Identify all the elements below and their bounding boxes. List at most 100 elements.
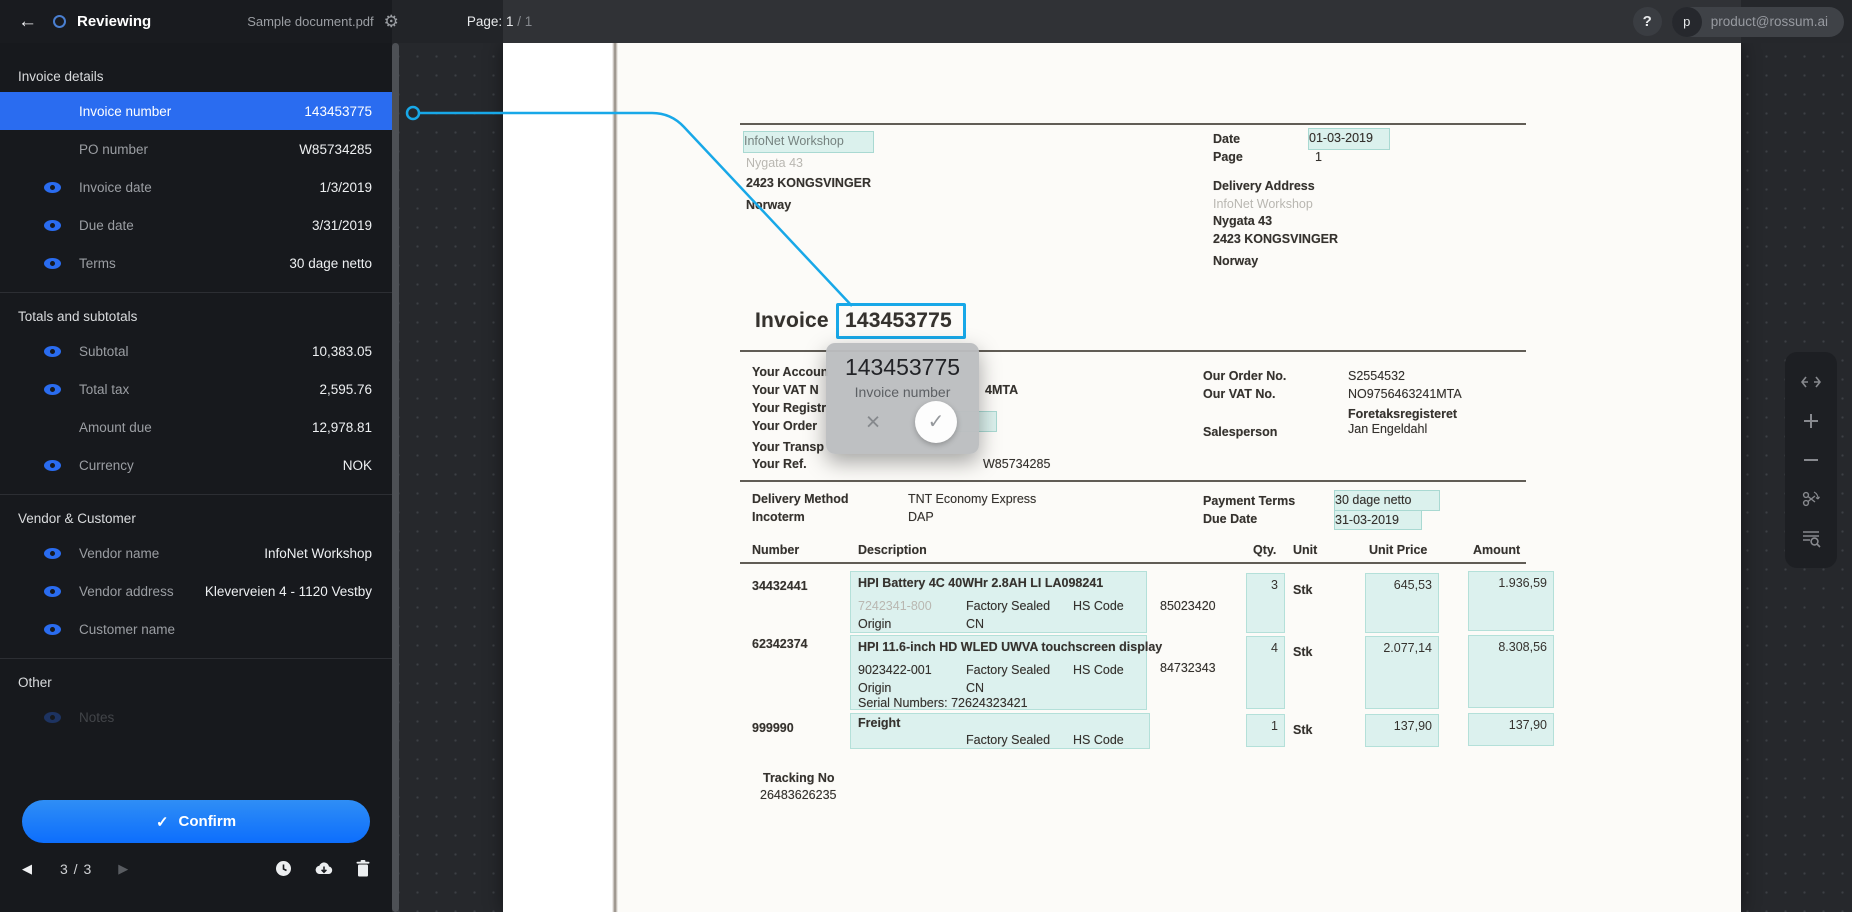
download-cloud-icon[interactable] <box>314 861 334 876</box>
page-title: Reviewing <box>77 13 151 30</box>
field-row-terms[interactable]: Terms30 dage netto <box>0 244 392 282</box>
gear-icon[interactable]: ⚙ <box>384 12 399 32</box>
next-document-icon[interactable]: ▶ <box>118 861 142 877</box>
check-icon: ✓ <box>156 813 169 831</box>
page-indicator-total: 1 <box>525 14 533 29</box>
field-row-vendor-name[interactable]: Vendor nameInfoNet Workshop <box>0 534 392 572</box>
delete-trash-icon[interactable] <box>356 860 370 877</box>
back-arrow-icon[interactable]: ← <box>18 11 37 33</box>
row1-desc: HPI Battery 4C 40WHr 2.8AH LI LA098241 <box>858 576 1103 590</box>
row2-number: 62342374 <box>752 637 808 651</box>
due-date-highlight[interactable]: 31-03-2019 <box>1334 510 1422 530</box>
visibility-eye-icon <box>44 460 61 471</box>
accept-value-button[interactable]: ✓ <box>915 401 957 443</box>
your-vat-value-fragment: 4MTA <box>985 383 1018 397</box>
popup-field-value: 143453775 <box>826 354 979 381</box>
field-label: Due date <box>79 218 134 233</box>
delivery-street-text: Nygata 43 <box>1213 214 1272 228</box>
visibility-eye-icon <box>44 346 61 357</box>
user-menu[interactable]: p product@rossum.ai <box>1672 7 1844 37</box>
field-row-notes[interactable]: Notes <box>0 698 392 736</box>
delivery-method-label: Delivery Method <box>752 492 849 506</box>
row1-amount-highlight[interactable]: 1.936,59 <box>1468 571 1554 631</box>
document-name[interactable]: Sample document.pdf <box>247 14 373 29</box>
row2-qty: 4 <box>1271 641 1278 655</box>
split-scissors-icon[interactable] <box>1800 488 1822 510</box>
field-label: PO number <box>79 142 148 157</box>
vendor-name-highlight[interactable]: InfoNet Workshop <box>743 131 874 153</box>
field-row-currency[interactable]: CurrencyNOK <box>0 446 392 484</box>
field-row-invoice-number[interactable]: Invoice number143453775 <box>0 92 392 130</box>
our-vat-label: Our VAT No. <box>1203 387 1275 401</box>
zoom-in-icon[interactable] <box>1800 410 1822 432</box>
row1-amount: 1.936,59 <box>1498 576 1547 590</box>
row2-price-highlight[interactable]: 2.077,14 <box>1365 636 1439 709</box>
confirm-button[interactable]: ✓ Confirm <box>22 800 370 843</box>
field-label: Currency <box>79 458 134 473</box>
field-label: Invoice number <box>79 104 171 119</box>
pager-count: 3 / 3 <box>60 861 92 877</box>
field-label: Total tax <box>79 382 129 397</box>
tracking-value: 26483626235 <box>760 788 836 802</box>
visibility-eye-icon <box>44 548 61 559</box>
your-vat-label: Your VAT N <box>752 383 819 397</box>
col-amount: Amount <box>1473 543 1520 557</box>
row2-qty-highlight[interactable]: 4 <box>1246 636 1285 709</box>
row2-amount-highlight[interactable]: 8.308,56 <box>1468 635 1554 708</box>
field-row-po-number[interactable]: PO numberW85734285 <box>0 130 392 168</box>
row2-unit-price: 2.077,14 <box>1383 641 1432 655</box>
previous-document-icon[interactable]: ◀ <box>22 861 46 877</box>
field-row-customer-name[interactable]: Customer name <box>0 610 392 648</box>
delivery-city-text: 2423 KONGSVINGER <box>1213 232 1338 246</box>
registry-value: Foretaksregisteret <box>1348 407 1457 421</box>
delivery-country-text: Norway <box>1213 254 1258 268</box>
field-row-vendor-address[interactable]: Vendor addressKleverveien 4 - 1120 Vestb… <box>0 572 392 610</box>
field-value: 12,978.81 <box>312 420 372 435</box>
fit-width-icon[interactable] <box>1800 371 1822 393</box>
top-bar: ← Reviewing Sample document.pdf ⚙ Page: … <box>0 0 1852 43</box>
invoice-number-bbox[interactable]: 143453775 <box>836 303 966 339</box>
tracking-label: Tracking No <box>763 771 835 785</box>
delivery-name-text: InfoNet Workshop <box>1213 197 1313 211</box>
row2-part: 9023422-001 <box>858 663 932 677</box>
visibility-eye-icon <box>44 624 61 635</box>
date-label: Date <box>1213 132 1240 146</box>
search-document-icon[interactable] <box>1800 527 1822 549</box>
section-vendor-customer: Vendor & CustomerVendor nameInfoNet Work… <box>0 494 392 658</box>
row3-qty-highlight[interactable]: 1 <box>1246 714 1285 747</box>
field-value-popup: 143453775 Invoice number × ✓ <box>826 343 979 454</box>
history-clock-icon[interactable] <box>275 860 292 877</box>
field-row-amount-due[interactable]: Amount due12,978.81 <box>0 408 392 446</box>
field-label: Subtotal <box>79 344 129 359</box>
row1-qty-highlight[interactable]: 3 <box>1246 573 1285 633</box>
section-invoice-details: Invoice detailsInvoice number143453775PO… <box>0 53 392 292</box>
divider <box>740 562 1526 564</box>
col-qty: Qty. <box>1253 543 1276 557</box>
payment-terms-highlight[interactable]: 30 dage netto <box>1334 490 1440 511</box>
field-row-invoice-date[interactable]: Invoice date1/3/2019 <box>0 168 392 206</box>
help-button[interactable]: ? <box>1633 7 1662 36</box>
field-row-total-tax[interactable]: Total tax2,595.76 <box>0 370 392 408</box>
vendor-street-text: Nygata 43 <box>746 156 803 170</box>
row2-serial: Serial Numbers: 72624323421 <box>858 696 1028 710</box>
incoterm-value: DAP <box>908 510 934 524</box>
zoom-out-icon[interactable] <box>1800 449 1822 471</box>
row3-amount-highlight[interactable]: 137,90 <box>1468 713 1554 746</box>
row2-amount: 8.308,56 <box>1498 640 1547 654</box>
row1-origin: CN <box>966 617 984 631</box>
col-unit: Unit <box>1293 543 1317 557</box>
row3-price-highlight[interactable]: 137,90 <box>1365 714 1439 747</box>
field-label: Invoice date <box>79 180 152 195</box>
visibility-eye-icon <box>44 182 61 193</box>
panel-scrollbar[interactable] <box>392 43 399 912</box>
row3-unit: Stk <box>1293 723 1312 737</box>
doc-page-value: 1 <box>1315 150 1322 164</box>
reject-value-button[interactable]: × <box>856 405 890 439</box>
row3-amount: 137,90 <box>1509 718 1547 732</box>
col-unit-price: Unit Price <box>1369 543 1427 557</box>
field-row-subtotal[interactable]: Subtotal10,383.05 <box>0 332 392 370</box>
row1-price-highlight[interactable]: 645,53 <box>1365 573 1439 633</box>
your-order-label: Your Order <box>752 419 817 433</box>
field-row-due-date[interactable]: Due date3/31/2019 <box>0 206 392 244</box>
date-highlight[interactable]: 01-03-2019 <box>1308 128 1390 150</box>
